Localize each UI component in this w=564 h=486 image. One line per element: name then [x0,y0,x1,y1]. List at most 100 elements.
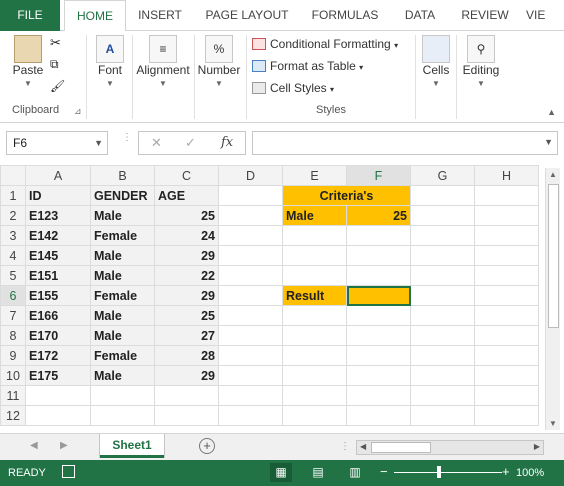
font-button[interactable]: A Font ▼ [92,35,128,88]
column-header-d[interactable]: D [218,165,283,186]
cell-h11[interactable] [474,385,539,406]
cell-g1[interactable] [410,185,475,206]
cell-a7[interactable]: E166 [25,305,91,326]
conditional-formatting-button[interactable]: Conditional Formatting ▾ [252,37,398,51]
cell-d6[interactable] [218,285,283,306]
cell-g2[interactable] [410,205,475,226]
cell-e11[interactable] [282,385,347,406]
column-header-f[interactable]: F [346,165,411,186]
row-header-9[interactable]: 9 [0,345,26,366]
tab-file[interactable]: FILE [0,0,60,31]
tab-review[interactable]: REVIEW [455,0,515,31]
add-sheet-icon[interactable]: + [199,438,215,454]
copy-icon[interactable]: ⧉ [50,57,59,72]
cell-g10[interactable] [410,365,475,386]
cell-f11[interactable] [346,385,411,406]
cell-f8[interactable] [346,325,411,346]
row-header-3[interactable]: 3 [0,225,26,246]
cell-a10[interactable]: E175 [25,365,91,386]
row-header-7[interactable]: 7 [0,305,26,326]
cell-b11[interactable] [90,385,155,406]
worksheet-grid[interactable]: A B C D E F G H 1 ID GENDER AGE Criteria's 2 E123 Male 2… [0,165,564,433]
scroll-left-icon[interactable]: ◀ [360,442,366,451]
cell-c10[interactable]: 29 [154,365,219,386]
cell-b3[interactable]: Female [90,225,155,246]
cell-g7[interactable] [410,305,475,326]
cell-f9[interactable] [346,345,411,366]
cell-f7[interactable] [346,305,411,326]
cell-c5[interactable]: 22 [154,265,219,286]
cell-h2[interactable] [474,205,539,226]
column-header-a[interactable]: A [25,165,91,186]
cell-e2[interactable]: Male [282,205,347,226]
cell-h1[interactable] [474,185,539,206]
paste-button[interactable]: Paste ▼ [8,35,48,88]
select-all-corner[interactable] [0,165,26,186]
cell-d7[interactable] [218,305,283,326]
cell-h12[interactable] [474,405,539,426]
tab-page-layout[interactable]: PAGE LAYOUT [199,0,295,31]
cell-d2[interactable] [218,205,283,226]
cell-c11[interactable] [154,385,219,406]
clipboard-launcher-icon[interactable]: ⊿ [74,106,82,117]
cell-a5[interactable]: E151 [25,265,91,286]
prev-sheet-icon[interactable]: ◀ [30,440,38,451]
cell-b1[interactable]: GENDER [90,185,155,206]
zoom-slider-knob[interactable] [437,466,441,478]
cell-b6[interactable]: Female [90,285,155,306]
cell-a3[interactable]: E142 [25,225,91,246]
cell-g9[interactable] [410,345,475,366]
cell-a2[interactable]: E123 [25,205,91,226]
cell-a1[interactable]: ID [25,185,91,206]
cell-g6[interactable] [410,285,475,306]
cell-d5[interactable] [218,265,283,286]
cell-d10[interactable] [218,365,283,386]
cell-d4[interactable] [218,245,283,266]
cell-e6[interactable]: Result [282,285,347,306]
cell-e12[interactable] [282,405,347,426]
cell-d1[interactable] [218,185,283,206]
cell-a8[interactable]: E170 [25,325,91,346]
collapse-ribbon-icon[interactable]: ▲ [547,107,556,117]
number-button[interactable]: % Number ▼ [196,35,242,88]
format-as-table-button[interactable]: Format as Table ▾ [252,59,363,73]
cell-b5[interactable]: Male [90,265,155,286]
cell-c2[interactable]: 25 [154,205,219,226]
cell-f12[interactable] [346,405,411,426]
page-break-view-icon[interactable]: ▥ [344,463,366,482]
vertical-scrollbar[interactable]: ▲ ▼ [545,168,560,430]
cell-a11[interactable] [25,385,91,406]
cell-b4[interactable]: Male [90,245,155,266]
splitter-icon[interactable]: ⋮ [340,441,350,452]
cell-e9[interactable] [282,345,347,366]
cell-a6[interactable]: E155 [25,285,91,306]
cell-c8[interactable]: 27 [154,325,219,346]
cells-button[interactable]: Cells ▼ [418,35,454,88]
scroll-thumb[interactable] [548,184,559,328]
cell-e10[interactable] [282,365,347,386]
cell-g5[interactable] [410,265,475,286]
cell-e3[interactable] [282,225,347,246]
scroll-right-icon[interactable]: ▶ [534,442,540,451]
cell-h3[interactable] [474,225,539,246]
cell-h5[interactable] [474,265,539,286]
cell-d8[interactable] [218,325,283,346]
page-layout-view-icon[interactable]: ▤ [307,463,329,482]
tab-data[interactable]: DATA [395,0,445,31]
cell-c1[interactable]: AGE [154,185,219,206]
row-header-1[interactable]: 1 [0,185,26,206]
editing-button[interactable]: ⚲ Editing ▼ [459,35,503,88]
cancel-icon[interactable]: ✕ [151,135,162,151]
cell-a9[interactable]: E172 [25,345,91,366]
cell-d12[interactable] [218,405,283,426]
row-header-2[interactable]: 2 [0,205,26,226]
tab-insert[interactable]: INSERT [131,0,189,31]
cell-d11[interactable] [218,385,283,406]
column-header-h[interactable]: H [474,165,539,186]
cell-f3[interactable] [346,225,411,246]
cell-c7[interactable]: 25 [154,305,219,326]
cell-b8[interactable]: Male [90,325,155,346]
cell-b2[interactable]: Male [90,205,155,226]
row-header-6[interactable]: 6 [0,285,26,306]
cell-a4[interactable]: E145 [25,245,91,266]
